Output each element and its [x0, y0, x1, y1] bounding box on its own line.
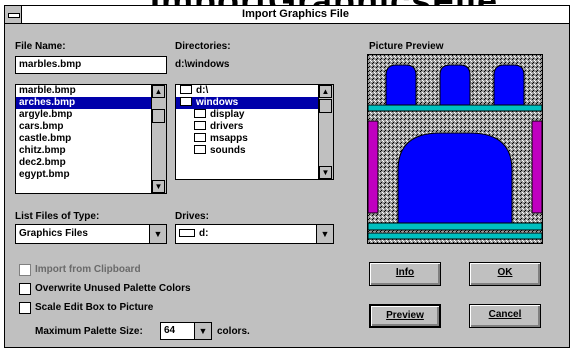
arches-preview-image [367, 55, 543, 243]
system-menu-icon [8, 13, 20, 18]
drives-select[interactable]: d: ▼ [175, 224, 334, 244]
cancel-button[interactable]: Cancel [469, 304, 541, 328]
chevron-down-icon[interactable]: ▼ [149, 225, 166, 243]
title-bar: Import Graphics File [5, 6, 569, 24]
directory-name: msapps [210, 133, 248, 144]
dialog-title: Import Graphics File [242, 8, 349, 20]
file-type-label: List Files of Type: [15, 211, 100, 222]
scale-edit-box-label: Scale Edit Box to Picture [35, 302, 154, 313]
file-list-item[interactable]: arches.bmp [16, 97, 166, 109]
folder-icon [194, 145, 206, 154]
file-name-label: File Name: [15, 41, 66, 52]
colors-suffix: colors. [217, 326, 250, 337]
directory-list-item[interactable]: drivers [176, 121, 333, 133]
file-list-item[interactable]: argyle.bmp [16, 109, 166, 121]
file-type-value: Graphics Files [19, 228, 88, 239]
file-rows: marble.bmp arches.bmp argyle.bmp cars.bmp ca… [16, 85, 166, 181]
folder-icon [180, 85, 192, 94]
file-list-item[interactable]: marble.bmp [16, 85, 166, 97]
scale-edit-box-checkbox[interactable] [19, 302, 31, 314]
scroll-up-icon[interactable]: ▲ [319, 85, 332, 98]
scroll-thumb[interactable] [152, 109, 165, 123]
info-button[interactable]: Info [369, 262, 441, 286]
file-list-scrollbar[interactable]: ▲ ▼ [151, 85, 166, 193]
file-type-select[interactable]: Graphics Files ▼ [15, 224, 167, 244]
drive-icon [179, 229, 195, 237]
drive-value: d: [179, 228, 208, 239]
chevron-down-icon[interactable]: ▼ [194, 323, 211, 339]
overwrite-palette-label: Overwrite Unused Palette Colors [35, 283, 191, 294]
scroll-down-icon[interactable]: ▼ [152, 180, 165, 193]
scroll-thumb[interactable] [319, 99, 332, 113]
file-list-item[interactable]: chitz.bmp [16, 145, 166, 157]
directory-name: drivers [210, 121, 244, 132]
file-list-item[interactable]: dec2.bmp [16, 157, 166, 169]
file-list-item[interactable]: castle.bmp [16, 133, 166, 145]
directory-name: display [210, 109, 245, 120]
file-list-item[interactable]: egypt.bmp [16, 169, 166, 181]
directory-list-item[interactable]: display [176, 109, 333, 121]
file-name-input[interactable]: marbles.bmp [15, 56, 167, 74]
preview-button[interactable]: Preview [369, 304, 441, 328]
ok-button[interactable]: OK [469, 262, 541, 286]
folder-icon [194, 121, 206, 130]
directory-name: windows [196, 97, 239, 108]
directory-list-item[interactable]: windows [176, 97, 333, 109]
directory-list-scrollbar[interactable]: ▲ ▼ [318, 85, 333, 179]
directory-rows: d:\ windows display drivers msapps sounds [176, 85, 333, 157]
scroll-down-icon[interactable]: ▼ [319, 166, 332, 179]
overwrite-palette-checkbox[interactable] [19, 283, 31, 295]
directory-list-item[interactable]: d:\ [176, 85, 333, 97]
import-graphics-dialog: Import Graphics File File Name: marbles.… [4, 5, 570, 348]
chevron-down-icon[interactable]: ▼ [316, 225, 333, 243]
max-palette-select[interactable]: 64 ▼ [160, 322, 212, 340]
directory-name: sounds [210, 145, 246, 156]
open-folder-icon [180, 97, 192, 106]
drives-label: Drives: [175, 211, 209, 222]
directory-list[interactable]: d:\ windows display drivers msapps sounds ▲ ▼ [175, 84, 334, 180]
folder-icon [194, 133, 206, 142]
picture-preview-frame [367, 54, 543, 244]
folder-icon [194, 109, 206, 118]
import-clipboard-checkbox[interactable] [19, 264, 31, 276]
system-menu-button[interactable] [5, 6, 22, 23]
file-list-item[interactable]: cars.bmp [16, 121, 166, 133]
directory-name: d:\ [196, 85, 209, 96]
directory-list-item[interactable]: msapps [176, 133, 333, 145]
max-palette-value: 64 [164, 325, 176, 336]
picture-preview-label: Picture Preview [369, 41, 444, 52]
file-list[interactable]: marble.bmp arches.bmp argyle.bmp cars.bmp ca… [15, 84, 167, 194]
scroll-up-icon[interactable]: ▲ [152, 85, 165, 98]
max-palette-label: Maximum Palette Size: [35, 326, 143, 337]
directories-label: Directories: [175, 41, 231, 52]
current-directory: d:\windows [175, 59, 230, 70]
directory-list-item[interactable]: sounds [176, 145, 333, 157]
import-clipboard-label: Import from Clipboard [35, 264, 141, 275]
